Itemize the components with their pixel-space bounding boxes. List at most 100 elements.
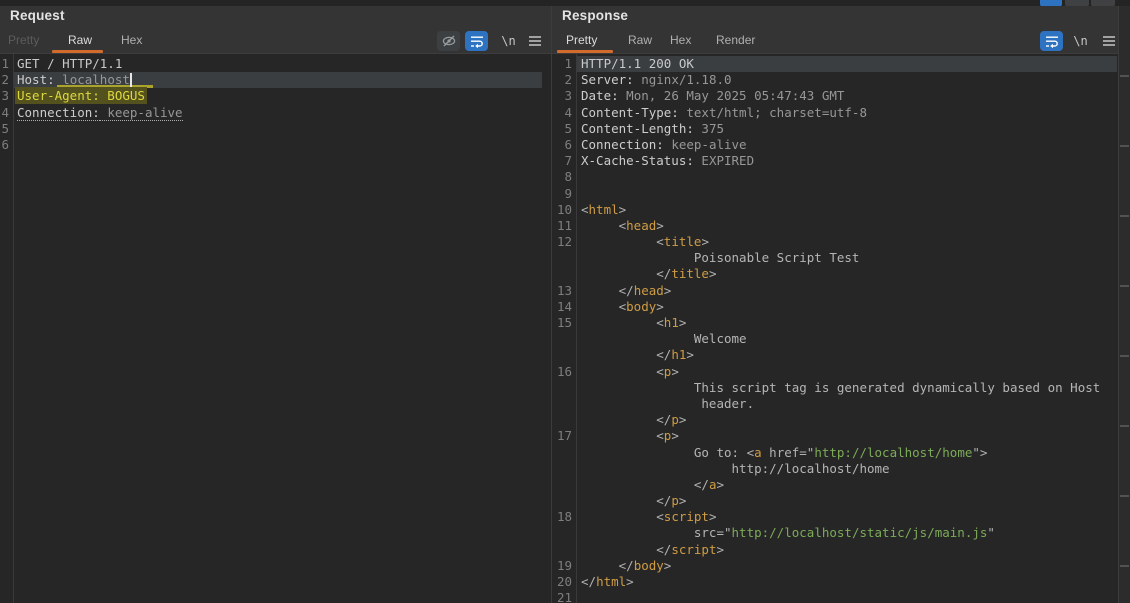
code-line: This script tag is generated dynamically… [552,380,1118,396]
request-editor[interactable]: 1GET / HTTP/1.12Host: localhost3User-Age… [0,54,551,603]
code-segment: Server: [581,72,634,87]
code-segment: html [596,574,626,589]
tab-pretty[interactable]: Pretty [8,33,39,47]
code-segment: > [709,266,717,281]
inspector-strip[interactable] [1119,6,1130,603]
code-line: 5 [0,121,551,137]
newline-icon newline-chars-button[interactable]: \n [497,31,520,51]
line-number: 21 [552,590,572,603]
code-segment: body [626,299,656,314]
code-line: </script> [552,542,1118,558]
code-segment: > [686,347,694,362]
code-segment: p [671,412,679,427]
code-segment: Host: [17,72,55,87]
code-line: 10<html> [552,202,1118,218]
code-line: 19 </body> [552,558,1118,574]
code-line: 3User-Agent: BOGUS [0,88,551,104]
word-wrap-button[interactable] [1040,31,1063,51]
line-number: 9 [552,186,572,202]
code-line: 13 </head> [552,283,1118,299]
code-segment: > [664,283,672,298]
code-segment: h1 [671,347,686,362]
code-line: Welcome [552,331,1118,347]
request-panel: Request PrettyRawHex \n 1GET / HTTP/1.12… [0,6,551,603]
code-line: </h1> [552,347,1118,363]
code-segment: title [664,234,702,249]
code-line: 5Content-Length: 375 [552,121,1118,137]
code-line: </a> [552,477,1118,493]
code-segment: Poisonable Script Test [581,250,859,265]
response-panel: Response PrettyRawHexRender \n 1HTTP/1.1… [552,6,1118,603]
code-segment: title [671,266,709,281]
code-line: 2Host: localhost [0,72,551,88]
code-segment: keep-alive [664,137,747,152]
code-segment: </ [581,558,634,573]
code-segment: a [754,445,762,460]
code-segment: h1 [664,315,679,330]
response-editor[interactable]: 1HTTP/1.1 200 OK2Server: nginx/1.18.03Da… [552,54,1118,603]
code-segment: </ [581,266,671,281]
code-segment: src= [581,525,724,540]
inspector-section-tick [1120,215,1129,217]
line-number: 5 [0,121,9,137]
code-segment: < [581,299,626,314]
tab-raw[interactable]: Raw [68,33,92,47]
code-segment: script [671,542,716,557]
tab-hex[interactable]: Hex [670,33,691,47]
code-line: </p> [552,493,1118,509]
code-line: 16 <p> [552,364,1118,380]
editor-menu-button[interactable] [1097,31,1120,51]
editor-menu-button[interactable] [523,31,546,51]
text-cursor [130,73,132,87]
code-segment: script [664,509,709,524]
code-segment: < [581,234,664,249]
tab-hex[interactable]: Hex [121,33,142,47]
code-segment: Connection: [581,137,664,152]
word-wrap-button[interactable] [465,31,488,51]
code-segment: > [716,542,724,557]
tab-pretty[interactable]: Pretty [566,33,597,47]
inspector-section-tick [1120,425,1129,427]
code-segment: </ [581,283,634,298]
newline-icon newline-chars-button[interactable]: \n [1069,31,1092,51]
inspector-section-tick [1120,565,1129,567]
code-segment: http://localhost/static/js/main.js [732,525,988,540]
code-segment: head [626,218,656,233]
inspector-section-tick [1120,285,1129,287]
code-segment: Go to: [581,445,747,460]
code-segment: http://localhost/home [814,445,972,460]
code-line: 3Date: Mon, 26 May 2025 05:47:43 GMT [552,88,1118,104]
code-segment: body [634,558,664,573]
inspector-section-tick [1120,145,1129,147]
code-segment: < [581,428,664,443]
code-line: Go to: <a href="http://localhost/home"> [552,445,1118,461]
code-line: </title> [552,266,1118,282]
code-line: 20</html> [552,574,1118,590]
code-segment: X-Cache-Status: [581,153,694,168]
code-line: 17 <p> [552,428,1118,444]
code-line: 15 <h1> [552,315,1118,331]
code-line: 14 <body> [552,299,1118,315]
code-segment: </ [581,412,671,427]
inspector-section-tick [1120,495,1129,497]
code-line: Poisonable Script Test [552,250,1118,266]
code-line: 11 <head> [552,218,1118,234]
code-segment: > [679,412,687,427]
code-segment: > [701,234,709,249]
code-segment: > [656,218,664,233]
code-line: src="http://localhost/static/js/main.js" [552,525,1118,541]
tab-render[interactable]: Render [716,33,755,47]
code-segment: </ [581,493,671,508]
code-segment: http://localhost/home [581,461,890,476]
code-segment: Date: [581,88,619,103]
code-segment: HTTP/1.1 200 OK [581,56,694,71]
code-line: http://localhost/home [552,461,1118,477]
hide-nonprintable-button[interactable] [437,31,460,51]
code-segment: localhost [62,72,130,87]
code-line: 1GET / HTTP/1.1 [0,56,551,72]
code-line: 4Content-Type: text/html; charset=utf-8 [552,105,1118,121]
tab-raw[interactable]: Raw [628,33,652,47]
code-line: 6 [0,137,551,153]
code-segment: User-Agent: BOGUS [15,87,147,104]
code-segment: Connection: [17,105,100,121]
